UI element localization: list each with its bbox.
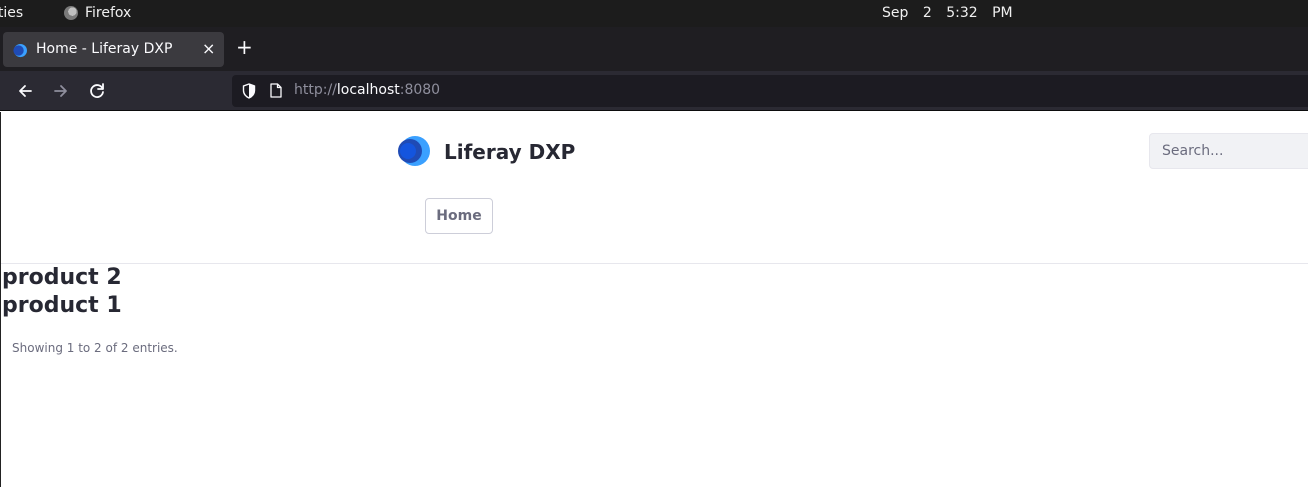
tab-home[interactable]: Home - Liferay DXP ×: [3, 32, 224, 67]
header-divider: [1, 263, 1308, 264]
liferay-logo-icon[interactable]: [395, 134, 431, 168]
site-name[interactable]: Liferay DXP: [444, 140, 575, 164]
tab-strip: Home - Liferay DXP × +: [0, 27, 1308, 71]
clock[interactable]: Sep 2 5:32 PM: [882, 5, 1013, 21]
product-title: product 1: [2, 293, 122, 318]
app-name: Firefox: [85, 5, 132, 21]
pagination-results-text: Showing 1 to 2 of 2 entries.: [12, 341, 178, 355]
url-bar[interactable]: http://localhost:8080: [232, 75, 1308, 107]
back-arrow-icon[interactable]: [14, 80, 36, 102]
firefox-icon: [64, 6, 78, 20]
app-menu-firefox[interactable]: Firefox: [64, 5, 131, 21]
shield-icon[interactable]: [242, 83, 256, 99]
liferay-favicon-icon: [13, 43, 27, 58]
activities-button[interactable]: ities: [0, 5, 23, 21]
reload-icon[interactable]: [86, 80, 108, 102]
product-title: product 2: [2, 265, 122, 290]
url-host: localhost: [336, 82, 400, 98]
system-top-bar: ities Firefox Sep 2 5:32 PM: [0, 0, 1308, 27]
date-label: Sep 2: [882, 5, 932, 21]
navigation-toolbar: http://localhost:8080: [0, 71, 1308, 111]
forward-arrow-icon[interactable]: [50, 80, 72, 102]
url-port: :8080: [399, 82, 441, 98]
url-scheme: http://: [294, 82, 337, 98]
url-text[interactable]: http://localhost:8080: [294, 82, 440, 98]
time-label: 5:32 PM: [946, 5, 1013, 21]
search-input[interactable]: [1149, 133, 1308, 169]
page-icon[interactable]: [270, 83, 282, 98]
tab-title: Home - Liferay DXP: [36, 41, 173, 57]
new-tab-button[interactable]: +: [236, 35, 253, 59]
nav-item-home[interactable]: Home: [425, 198, 493, 234]
page-content: Liferay DXP Home product 2 product 1 Sho…: [0, 112, 1308, 487]
tab-close-icon[interactable]: ×: [202, 39, 215, 58]
